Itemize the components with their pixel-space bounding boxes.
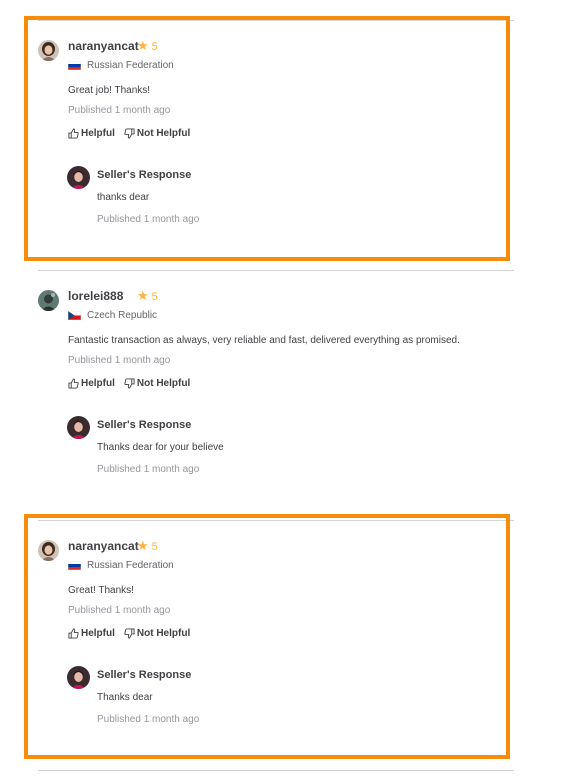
divider bbox=[38, 770, 514, 771]
not-helpful-button[interactable]: Not Helpful bbox=[124, 378, 190, 389]
seller-response-date: Published 1 month ago bbox=[97, 464, 200, 475]
review-votes: Helpful Not Helpful bbox=[68, 378, 190, 389]
helpful-label: Helpful bbox=[81, 378, 115, 389]
review-item: lorelei888 ★ 5 Czech Republic Fantastic t… bbox=[38, 270, 514, 510]
country-name: Czech Republic bbox=[87, 310, 158, 321]
seller-response-text: Thanks dear for your believe bbox=[97, 442, 224, 453]
thumbs-down-icon bbox=[124, 378, 135, 389]
czech-flag-icon bbox=[68, 311, 81, 320]
seller-avatar[interactable] bbox=[67, 416, 90, 439]
star-icon: ★ bbox=[137, 288, 149, 303]
reviewer-username[interactable]: lorelei888 bbox=[68, 289, 123, 303]
helpful-button[interactable]: Helpful bbox=[68, 378, 115, 389]
star-rating: ★ 5 bbox=[137, 288, 158, 304]
seller-response-title: Seller's Response bbox=[97, 419, 192, 431]
review-text: Fantastic transaction as always, very re… bbox=[68, 335, 460, 346]
highlight-box bbox=[24, 16, 510, 261]
review-date: Published 1 month ago bbox=[68, 355, 171, 366]
reviewer-country: Czech Republic bbox=[68, 310, 157, 321]
thumbs-up-icon bbox=[68, 378, 79, 389]
reviewer-avatar[interactable] bbox=[38, 290, 59, 311]
not-helpful-label: Not Helpful bbox=[136, 378, 191, 389]
highlight-box bbox=[24, 514, 510, 759]
rating-value: 5 bbox=[151, 291, 158, 303]
